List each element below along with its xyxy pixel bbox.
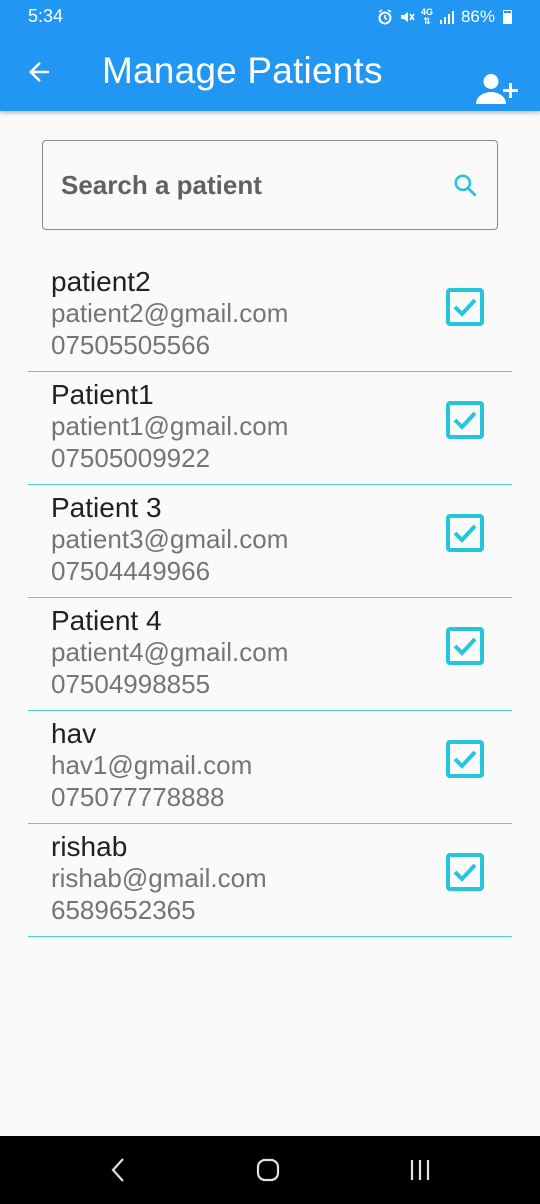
arrow-back-icon [29, 62, 49, 82]
checkbox-checked-icon[interactable] [446, 853, 484, 891]
patient-name: Patient1 [51, 379, 154, 410]
status-bar: 5:34 4G ⇅ 86% [0, 0, 540, 33]
list-item[interactable]: rishab rishab@gmail.com 6589652365 [28, 824, 512, 937]
checkbox-checked-icon[interactable] [446, 740, 484, 778]
patient-name: Patient 4 [51, 605, 162, 636]
page-title: Manage Patients [102, 50, 383, 91]
home-nav-icon [256, 1158, 280, 1182]
patient-phone: 6589652365 [51, 895, 196, 925]
list-item[interactable]: Patient 4 patient4@gmail.com 07504998855 [28, 598, 512, 711]
mute-icon [399, 9, 415, 25]
battery-icon [503, 9, 512, 24]
back-button[interactable] [22, 55, 56, 89]
list-item[interactable]: Patient 3 patient3@gmail.com 07504449966 [28, 485, 512, 598]
checkbox-checked-icon[interactable] [446, 401, 484, 439]
signal-icon [439, 10, 455, 24]
patient-phone: 07504449966 [51, 556, 211, 586]
patient-email: patient3@gmail.com [51, 524, 289, 554]
nav-back-button[interactable] [98, 1154, 138, 1186]
list-item[interactable]: Patient1 patient1@gmail.com 07505009922 [28, 372, 512, 485]
patient-name: hav [51, 718, 97, 749]
nav-home-button[interactable] [248, 1154, 288, 1186]
patient-email: patient4@gmail.com [51, 637, 289, 667]
status-time: 5:34 [28, 6, 64, 26]
patient-phone: 07504998855 [51, 669, 211, 699]
patient-email: patient1@gmail.com [51, 411, 289, 441]
add-patient-button[interactable] [474, 69, 520, 109]
patient-name: rishab [51, 831, 128, 862]
alarm-icon [377, 8, 393, 25]
list-item[interactable]: hav hav1@gmail.com 075077778888 [28, 711, 512, 824]
patient-phone: 075077778888 [51, 782, 225, 812]
back-nav-icon [111, 1158, 124, 1182]
patient-email: patient2@gmail.com [51, 298, 289, 328]
patient-list: patient2 patient2@gmail.com 07505505566 … [28, 259, 512, 937]
checkbox-checked-icon[interactable] [446, 627, 484, 665]
checkbox-checked-icon[interactable] [446, 514, 484, 552]
app-bar: Manage Patients [0, 33, 540, 111]
list-item[interactable]: patient2 patient2@gmail.com 07505505566 [28, 259, 512, 372]
search-icon[interactable] [451, 171, 479, 199]
patient-name: Patient 3 [51, 492, 162, 523]
data-icon: 4G ⇅ [420, 6, 433, 26]
battery-percent: 86% [460, 6, 495, 26]
search-box [42, 140, 498, 230]
patient-name: patient2 [51, 266, 151, 297]
patient-phone: 07505505566 [51, 330, 211, 360]
patient-email: rishab@gmail.com [51, 863, 267, 893]
status-icons: 4G ⇅ 86% [377, 7, 512, 27]
search-input[interactable] [61, 169, 451, 201]
system-nav-bar [0, 1136, 540, 1204]
checkbox-checked-icon[interactable] [446, 288, 484, 326]
nav-recents-button[interactable] [400, 1154, 440, 1186]
patient-email: hav1@gmail.com [51, 750, 253, 780]
patient-phone: 07505009922 [51, 443, 211, 473]
recents-nav-icon [410, 1160, 430, 1180]
person-add-icon [476, 74, 518, 104]
